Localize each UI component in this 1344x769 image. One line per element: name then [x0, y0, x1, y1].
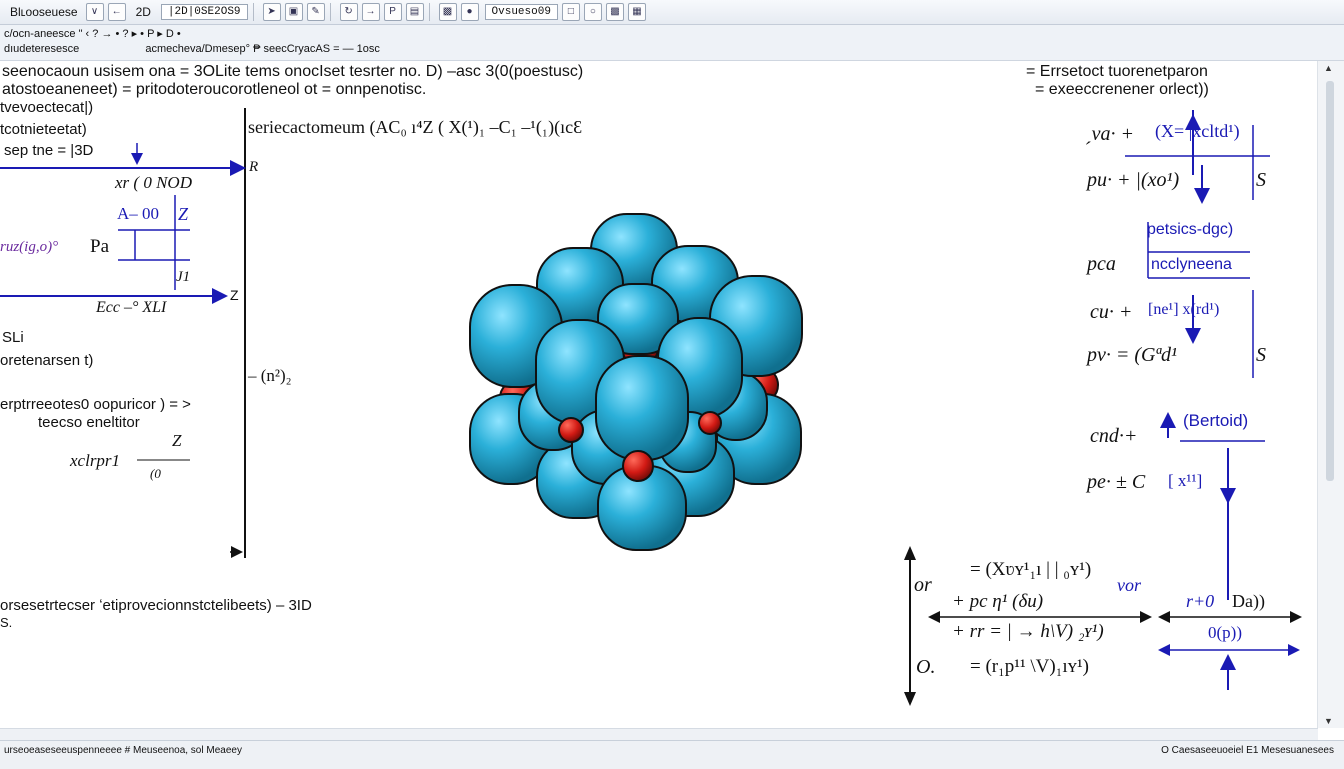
bottom-formula-label: or: [914, 574, 932, 596]
document-canvas[interactable]: seenocaoun usisem ona = 3OLite tems onoc…: [0, 61, 1318, 728]
folder-icon[interactable]: ▤: [405, 3, 424, 21]
bottom-formula: + rr = | → h\V) ₂ʏ¹): [952, 621, 1104, 642]
left-label: tcotnieteetat): [0, 121, 87, 138]
bottom-formula: vor: [1117, 575, 1141, 595]
right-formula: S: [1256, 344, 1266, 366]
edit-icon[interactable]: ✎: [306, 3, 325, 21]
pointer-icon[interactable]: ➤: [262, 3, 281, 21]
left-label: J1: [176, 269, 191, 285]
app-title: Blʟooseuese: [10, 5, 78, 19]
left-label: teecso eneltitor: [38, 414, 140, 431]
image-icon[interactable]: ▩: [438, 3, 457, 21]
left-label: xclrpr1: [70, 451, 121, 470]
bottom-formula: 0(p)): [1208, 623, 1242, 642]
letter-p-icon[interactable]: P: [383, 3, 402, 21]
bottom-formula: = (Xʋʏ¹₁ı | | ₀ʏ¹): [970, 559, 1092, 580]
bottom-label: orsesetrtecser ʻetiprovecionnstctelibeet…: [0, 597, 312, 614]
left-label: ruz(ig,o)°: [0, 239, 59, 255]
toolbar-separator: [252, 3, 254, 21]
left-label: Ecc –° XLI: [96, 299, 167, 316]
left-label: (0: [150, 466, 161, 481]
left-label: tvevoectecat|): [0, 99, 94, 116]
formula-top: seriecactomeum (AC₀ ı⁴Z ( X(¹)₁ –C₁ –¹(₁…: [248, 117, 583, 137]
molecule-model: [469, 213, 803, 551]
right-formula: pu· + |(xo¹): [1087, 169, 1180, 191]
circle-icon[interactable]: ○: [583, 3, 602, 21]
toolbar-separator: [329, 3, 331, 21]
left-label: erptrreeotes0 oopuricor ) = >: [0, 396, 191, 413]
subbar-row-2: dıudeteresesce acmecheva/Dmesep° ₱ seecC…: [4, 43, 380, 55]
left-label: Z: [172, 431, 182, 450]
left-label: oretenarsen t): [0, 352, 94, 369]
right-formula: pe· ± C: [1087, 471, 1146, 493]
left-label: A– 00: [117, 204, 160, 223]
header-line-2: atostoeaneneet) = pritodoteroucorotleneo…: [2, 81, 427, 98]
scroll-down-icon[interactable]: ▼: [1324, 716, 1333, 726]
secondary-toolbar: c/ocn-aneesce " ‹ ? → • ? ▸ • P ▸ D • dı…: [0, 25, 1344, 61]
right-box-label: ncclyneena: [1151, 256, 1232, 273]
header-right-1: = Errsetoct tuorenetparon: [1026, 63, 1208, 80]
subbar-row-1[interactable]: c/ocn-aneesce " ‹ ? → • ? ▸ • P ▸ D •: [4, 27, 181, 40]
left-label: Z: [178, 204, 189, 224]
right-formula: S: [1256, 169, 1266, 191]
rotate-icon[interactable]: ↻: [339, 3, 358, 21]
window-icon[interactable]: ▦: [627, 3, 646, 21]
scroll-up-icon[interactable]: ▲: [1324, 63, 1333, 73]
globe-icon[interactable]: ●: [460, 3, 479, 21]
right-formula: cu· +: [1090, 301, 1133, 323]
window-icon[interactable]: □: [561, 3, 580, 21]
bottom-formula: r+0: [1186, 591, 1215, 611]
v-icon[interactable]: ∨: [85, 3, 104, 21]
left-label: xr ( 0 NOD: [115, 173, 192, 192]
print-icon[interactable]: ▩: [605, 3, 624, 21]
subbar-mid-label: acmecheva/Dmesep° ₱ seecCryacAS = — 1osc: [145, 43, 380, 55]
subbar-left-label: dıudeteresesce: [4, 43, 80, 55]
axis-label-r: R: [249, 159, 259, 175]
toolbar-separator: [428, 3, 430, 21]
bottom-formula: + pc η¹ (δu): [952, 591, 1044, 612]
header-right-2: = exeeccrenener orlect)): [1035, 81, 1209, 98]
scroll-thumb[interactable]: [1326, 81, 1334, 481]
right-formula: ˏva· +: [1085, 123, 1135, 145]
vertical-scrollbar[interactable]: ▲ ▼: [1317, 61, 1344, 728]
arrow-left-icon[interactable]: ←: [107, 3, 126, 21]
bottom-formula: = (r₁p¹¹ \V)₁ıʏ¹): [970, 656, 1090, 677]
right-formula: [ x¹¹]: [1168, 471, 1203, 490]
right-box-label: petsics-dgc): [1147, 221, 1234, 238]
status-left: urseoeaseseeuspenneeee # Meuseenoa, sol …: [4, 745, 242, 756]
header-line-1: seenocaoun usisem ona = 3OLite tems onoc…: [2, 63, 584, 80]
left-label: Pa: [90, 236, 109, 257]
right-box-label: (Bertoid): [1183, 411, 1249, 430]
diagram-lines: [0, 108, 1302, 706]
status-right: O Caesaseeuoeiel E1 Mesesuanesees: [1161, 745, 1334, 756]
left-label: SLi: [2, 329, 24, 346]
right-formula: cnd·+: [1090, 425, 1138, 447]
left-label: – (n²)₂: [248, 366, 292, 385]
axis-label-z: Z: [230, 287, 239, 303]
mode-label: 2D: [135, 5, 151, 19]
right-formula: [ne¹] x(rd¹): [1148, 301, 1220, 318]
right-formula: pca: [1087, 253, 1116, 275]
left-label: sep tne = |3D: [4, 142, 94, 159]
arrow-right-icon[interactable]: →: [361, 3, 380, 21]
right-formula: (X= |xcltd¹): [1155, 121, 1240, 141]
bottom-formula-label: O.: [916, 656, 936, 678]
bottom-formula: Da)): [1232, 591, 1265, 611]
document-field[interactable]: |2D|0SE2OS9: [160, 4, 248, 20]
save-icon[interactable]: ▣: [284, 3, 303, 21]
status-bar: urseoeaseseeuspenneeee # Meuseenoa, sol …: [0, 740, 1344, 769]
search-input[interactable]: Ovsueso09: [484, 4, 558, 20]
bottom-label: S.: [0, 615, 13, 630]
right-formula: pv· = (Gªd¹: [1087, 344, 1177, 366]
main-toolbar: Blʟooseuese ∨ ← 2D |2D|0SE2OS9 ➤ ▣ ✎ ↻ →…: [0, 0, 1344, 25]
